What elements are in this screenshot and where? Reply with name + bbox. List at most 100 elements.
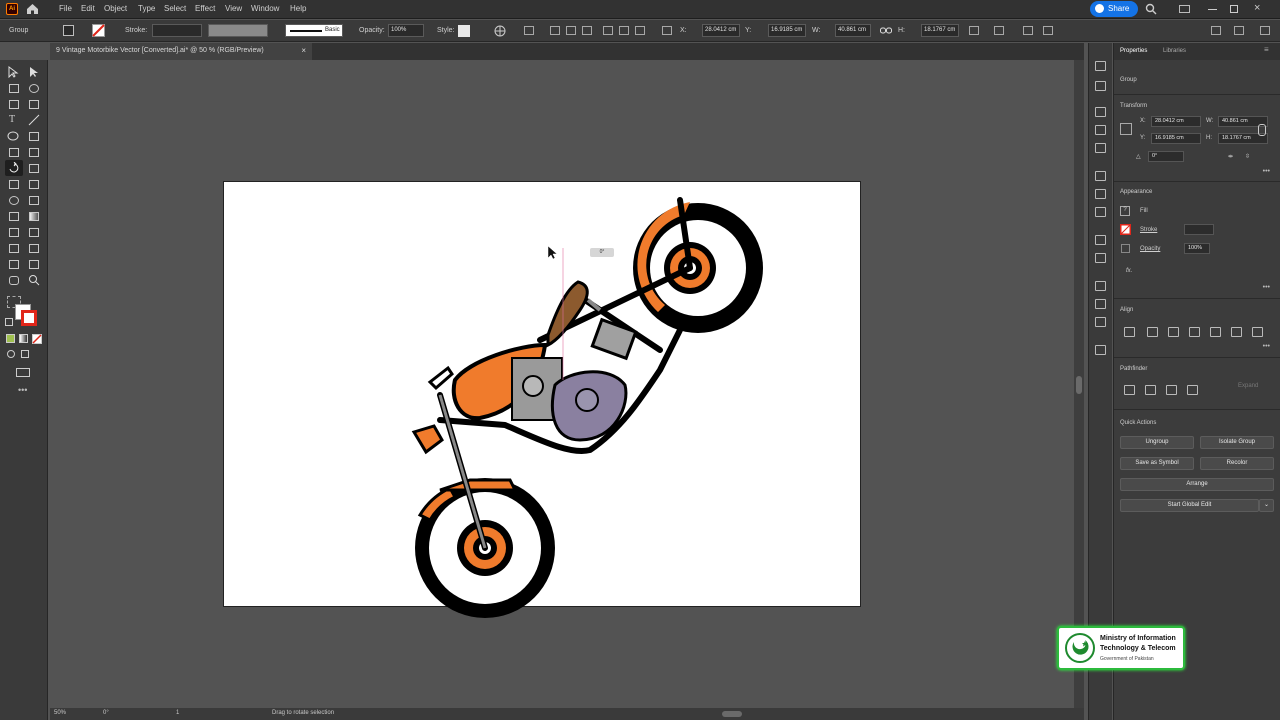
horizontal-scrollbar[interactable] xyxy=(50,708,1084,720)
close-window-icon[interactable]: × xyxy=(1254,2,1260,14)
transform-x-field[interactable]: 28.0412 cm xyxy=(1151,116,1201,127)
curvature-tool-icon[interactable] xyxy=(27,98,41,111)
graphic-styles-icon[interactable] xyxy=(1095,253,1106,263)
ungroup-button[interactable]: Ungroup xyxy=(1120,436,1194,449)
global-edit-options-icon[interactable]: ⌄ xyxy=(1259,499,1274,512)
eyedropper-tool-icon[interactable] xyxy=(7,226,21,239)
perspective-grid-tool-icon[interactable] xyxy=(27,194,41,207)
align-selection-icon[interactable] xyxy=(524,26,534,35)
reference-point-icon[interactable] xyxy=(1120,123,1132,135)
transform-more-icon[interactable]: ••• xyxy=(1263,168,1270,175)
variable-width-field[interactable] xyxy=(208,24,268,37)
vertical-scroll-thumb[interactable] xyxy=(1076,376,1082,394)
menu-help[interactable]: Help xyxy=(290,4,306,13)
flip-horizontal-icon[interactable]: ⇹ xyxy=(1228,153,1233,160)
stroke-weight-field[interactable] xyxy=(152,24,202,37)
share-button[interactable]: Share xyxy=(1090,1,1138,17)
arrange-button[interactable]: Arrange xyxy=(1120,478,1274,491)
color-mode-icon[interactable] xyxy=(6,334,15,343)
color-panel-icon[interactable] xyxy=(1095,61,1106,71)
type-tool-icon[interactable]: T xyxy=(7,114,21,127)
comments-panel-icon[interactable] xyxy=(1095,345,1106,355)
fill-stroke-widget[interactable] xyxy=(15,304,39,328)
screen-mode-icon[interactable] xyxy=(16,368,30,377)
y-position-field[interactable]: 16.9185 cm xyxy=(768,24,806,37)
menu-file[interactable]: File xyxy=(59,4,72,13)
intersect-icon[interactable] xyxy=(1166,385,1177,395)
document-info-icon[interactable] xyxy=(1095,81,1106,91)
symbols-panel-icon[interactable] xyxy=(1095,143,1106,153)
shape-builder-tool-icon[interactable] xyxy=(7,194,21,207)
align-vertical-center-icon[interactable] xyxy=(1231,327,1242,337)
constrain-proportions-icon[interactable] xyxy=(880,26,892,35)
vertical-scrollbar[interactable] xyxy=(1074,60,1084,708)
home-icon[interactable] xyxy=(26,3,39,15)
rotate-angle-field[interactable]: 0° xyxy=(1148,151,1184,162)
gradient-tool-icon[interactable] xyxy=(27,210,41,223)
shape-options-icon[interactable] xyxy=(994,26,1004,35)
recolor-button[interactable]: Recolor xyxy=(1200,457,1274,470)
search-icon[interactable] xyxy=(1145,3,1157,15)
fill-swatch[interactable]: ? xyxy=(1120,206,1130,216)
flip-vertical-icon[interactable]: ⇳ xyxy=(1245,153,1250,160)
align-right-icon[interactable] xyxy=(582,26,592,35)
blend-tool-icon[interactable] xyxy=(27,226,41,239)
stroke-swatch-icon[interactable] xyxy=(1120,224,1131,235)
stroke-weight-field[interactable] xyxy=(1184,224,1214,235)
paintbrush-tool-icon[interactable] xyxy=(27,130,41,143)
fx-icon[interactable]: fx. xyxy=(1126,268,1132,274)
appearance-more-icon[interactable]: ••• xyxy=(1263,284,1270,291)
minimize-icon[interactable] xyxy=(1208,9,1217,10)
align-vertical-center-icon[interactable] xyxy=(619,26,629,35)
x-position-field[interactable]: 28.0412 cm xyxy=(702,24,740,37)
mesh-tool-icon[interactable] xyxy=(7,210,21,223)
none-mode-icon[interactable] xyxy=(32,334,42,344)
artboard-number[interactable]: 1 xyxy=(176,710,179,716)
menu-type[interactable]: Type xyxy=(138,4,155,13)
opacity-field[interactable]: 100% xyxy=(1184,243,1210,254)
transform-panel-icon[interactable] xyxy=(969,26,979,35)
panel-menu-icon[interactable]: ≡ xyxy=(1264,45,1269,54)
recolor-artwork-icon[interactable] xyxy=(494,25,506,37)
align-top-icon[interactable] xyxy=(1210,327,1221,337)
ellipse-tool-icon[interactable] xyxy=(7,130,19,142)
layers-panel-icon[interactable] xyxy=(1095,281,1106,291)
lasso-tool-icon[interactable] xyxy=(27,82,41,95)
draw-normal-icon[interactable] xyxy=(7,350,15,358)
align-right-icon[interactable] xyxy=(1189,327,1200,337)
draw-behind-icon[interactable] xyxy=(21,350,29,358)
workspace-icon[interactable] xyxy=(1234,26,1244,35)
rotate-tool-icon[interactable] xyxy=(8,162,20,174)
rotation-view[interactable]: 0° xyxy=(103,710,109,716)
slice-tool-icon[interactable] xyxy=(27,258,41,271)
minus-front-icon[interactable] xyxy=(1145,385,1156,395)
menu-edit[interactable]: Edit xyxy=(81,4,95,13)
pen-tool-icon[interactable] xyxy=(7,98,21,111)
menu-effect[interactable]: Effect xyxy=(195,4,215,13)
height-field[interactable]: 18.1767 cm xyxy=(921,24,959,37)
swatches-panel-icon[interactable] xyxy=(1095,107,1106,117)
align-bottom-icon[interactable] xyxy=(1252,327,1263,337)
transform-y-field[interactable]: 16.9185 cm xyxy=(1151,133,1201,144)
zoom-tool-icon[interactable] xyxy=(28,274,40,286)
brush-definition-field[interactable]: Basic xyxy=(285,24,343,37)
horizontal-scroll-thumb[interactable] xyxy=(722,711,742,717)
arrange-panels-icon[interactable] xyxy=(1211,26,1221,35)
align-top-icon[interactable] xyxy=(603,26,613,35)
artboards-panel-icon[interactable] xyxy=(1095,317,1106,327)
expand-button[interactable]: Expand xyxy=(1238,383,1258,389)
eraser-tool-icon[interactable] xyxy=(27,146,41,159)
selection-tool-icon[interactable] xyxy=(7,66,19,78)
menu-view[interactable]: View xyxy=(225,4,242,13)
opacity-label[interactable]: Opacity xyxy=(1140,246,1160,252)
artboard[interactable] xyxy=(223,181,861,607)
gradient-panel-icon[interactable] xyxy=(1095,189,1106,199)
menu-window[interactable]: Window xyxy=(251,4,279,13)
asset-export-icon[interactable] xyxy=(1095,299,1106,309)
start-global-edit-button[interactable]: Start Global Edit xyxy=(1120,499,1259,512)
free-transform-tool-icon[interactable] xyxy=(27,178,41,191)
pencil-tool-icon[interactable] xyxy=(7,146,21,159)
magic-wand-tool-icon[interactable] xyxy=(7,82,21,95)
tab-libraries[interactable]: Libraries xyxy=(1163,48,1186,54)
isolate-group-icon[interactable] xyxy=(1023,26,1033,35)
